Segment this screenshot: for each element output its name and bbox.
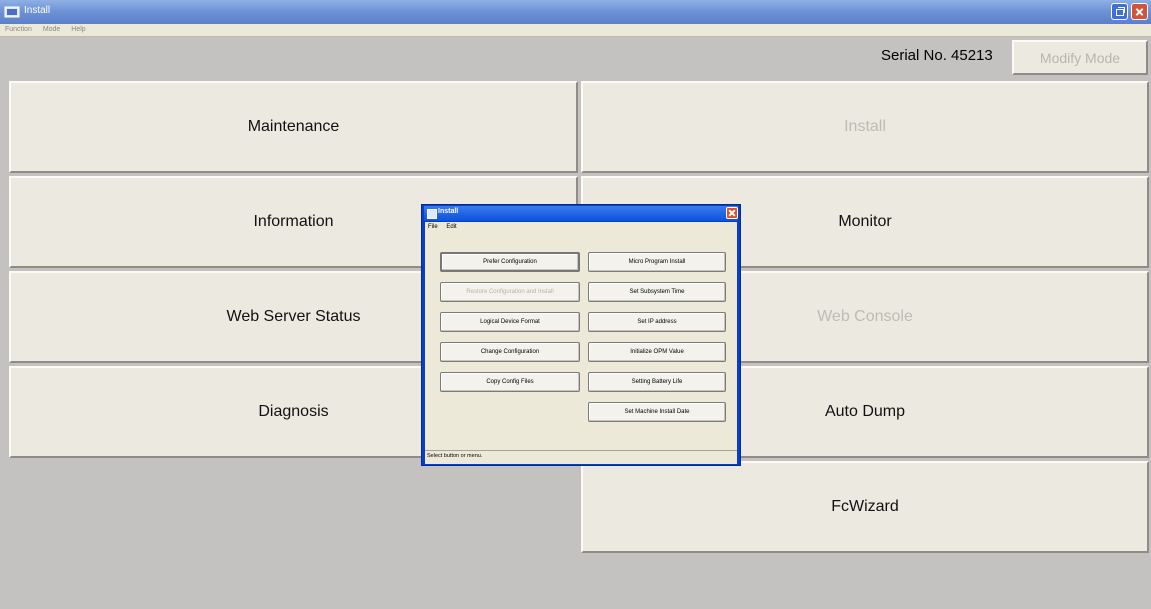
- window-title: Install: [24, 5, 51, 16]
- dialog-menu-edit[interactable]: Edit: [446, 224, 456, 230]
- restore-configuration-button[interactable]: Restore Configuration and Install: [440, 282, 580, 302]
- prefer-configuration-button[interactable]: Prefer Configuration: [440, 252, 580, 272]
- setting-battery-life-button[interactable]: Setting Battery Life: [588, 372, 726, 392]
- logical-device-format-button[interactable]: Logical Device Format: [440, 312, 580, 332]
- close-icon[interactable]: [1131, 3, 1148, 20]
- dialog-close-icon[interactable]: [726, 207, 738, 219]
- status-bar-text: Select button or menu.: [427, 453, 483, 459]
- dialog-menu-bar: File Edit: [425, 222, 737, 232]
- dialog-app-icon: [427, 209, 437, 219]
- set-subsystem-time-button[interactable]: Set Subsystem Time: [588, 282, 726, 302]
- set-ip-address-button[interactable]: Set IP address: [588, 312, 726, 332]
- menu-function[interactable]: Function: [5, 26, 32, 33]
- status-divider: [425, 450, 737, 451]
- maintenance-button[interactable]: Maintenance: [9, 81, 578, 173]
- menu-divider: [0, 36, 1151, 37]
- app-icon: [4, 6, 20, 18]
- menu-mode[interactable]: Mode: [43, 26, 61, 33]
- fcwizard-button[interactable]: FcWizard: [581, 461, 1149, 553]
- micro-program-install-button[interactable]: Micro Program Install: [588, 252, 726, 272]
- change-configuration-button[interactable]: Change Configuration: [440, 342, 580, 362]
- copy-config-files-button[interactable]: Copy Config Files: [440, 372, 580, 392]
- dialog-title: Install: [438, 208, 459, 215]
- menu-help[interactable]: Help: [71, 26, 85, 33]
- modify-mode-button[interactable]: Modify Mode: [1012, 40, 1148, 75]
- dialog-body: File Edit Prefer Configuration Restore C…: [425, 222, 737, 464]
- install-button[interactable]: Install: [581, 81, 1149, 173]
- serial-number: Serial No. 45213: [881, 47, 993, 64]
- menu-bar: Function Mode Help: [0, 24, 1151, 36]
- dialog-title-bar: Install: [424, 206, 738, 221]
- initialize-opm-value-button[interactable]: Initialize OPM Value: [588, 342, 726, 362]
- set-machine-install-date-button[interactable]: Set Machine Install Date: [588, 402, 726, 422]
- title-bar: Install: [0, 0, 1151, 24]
- install-dialog: Install File Edit Prefer Configuration R…: [421, 204, 741, 466]
- dialog-menu-file[interactable]: File: [428, 224, 438, 230]
- restore-icon[interactable]: [1111, 3, 1128, 20]
